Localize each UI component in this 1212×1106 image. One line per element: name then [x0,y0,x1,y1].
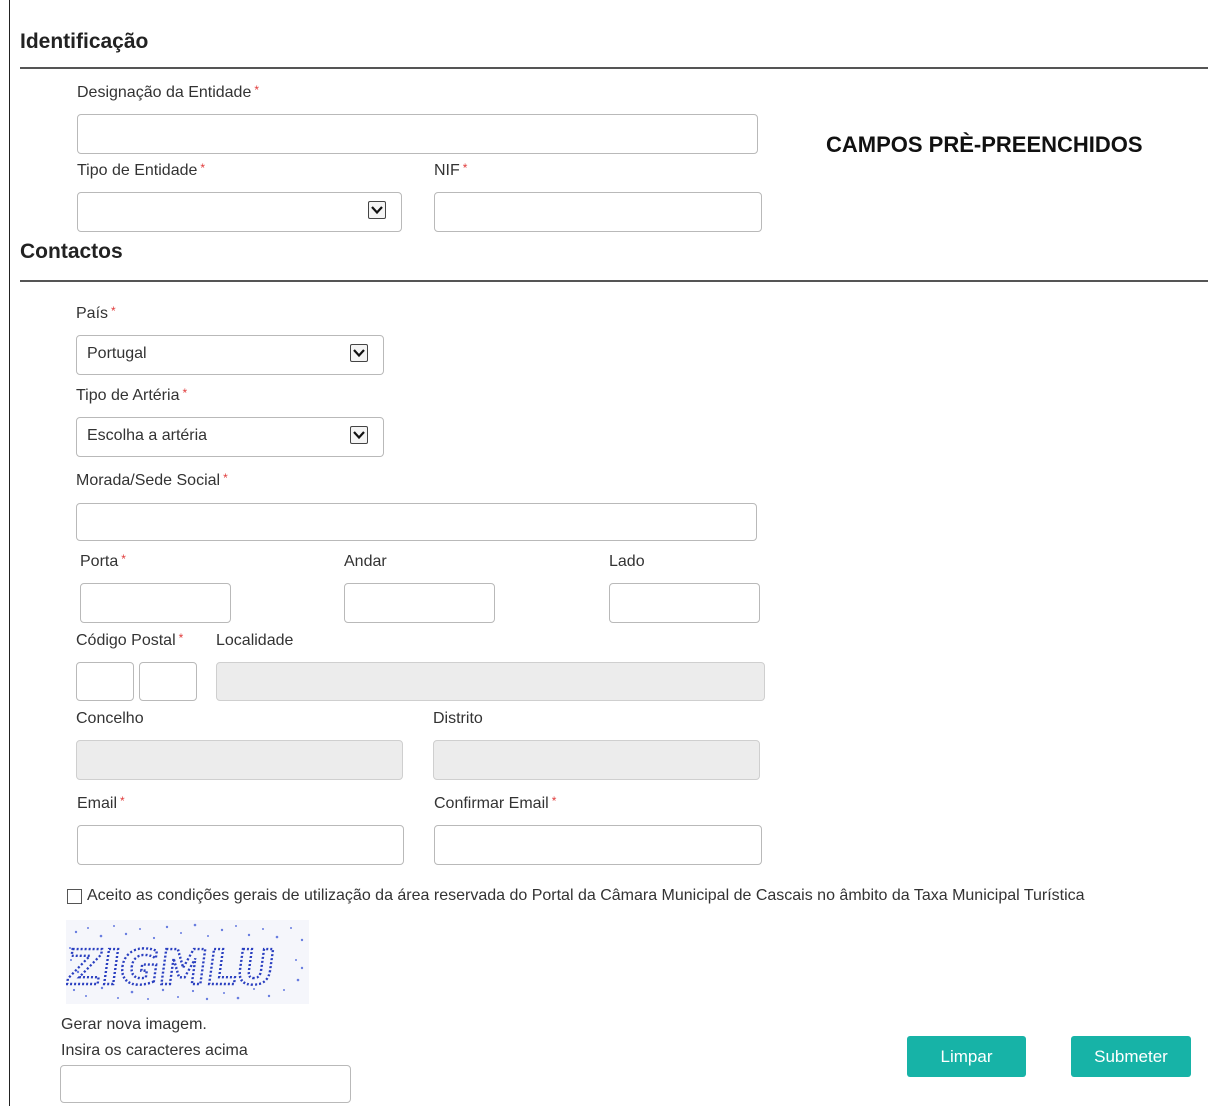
porta-label-text: Porta [80,553,119,570]
terms-label[interactable]: Aceito as condições gerais de utilização… [87,887,1085,905]
tipo-entidade-label-text: Tipo de Entidade [77,162,198,179]
distrito-label: Distrito [433,710,483,727]
lado-label: Lado [609,553,645,570]
section-divider [20,280,1208,282]
required-marker: * [120,794,125,808]
morada-input[interactable] [76,503,757,541]
required-marker: * [111,304,116,318]
andar-label: Andar [344,553,387,570]
pais-label-text: País [76,305,109,322]
email-input[interactable] [77,825,404,865]
morada-label-text: Morada/Sede Social [76,472,221,489]
email-label-text: Email [77,795,118,812]
chevron-down-icon[interactable] [368,201,386,219]
codigo-postal-label-text: Código Postal [76,632,176,649]
pais-label: País * [76,304,116,323]
lado-input[interactable] [609,583,760,623]
captcha-image: ZIGMLU [62,920,309,1004]
captcha-text: ZIGMLU [66,940,279,996]
section-title-contactos: Contactos [20,240,123,263]
andar-input[interactable] [344,583,495,623]
codigo-postal-label: Código Postal * [76,631,184,650]
section-divider [20,67,1208,69]
submit-button[interactable]: Submeter [1071,1036,1191,1077]
captcha-input-label: Insira os caracteres acima [61,1042,248,1059]
designacao-label-text: Designação da Entidade [77,84,252,101]
designacao-input[interactable] [77,114,758,154]
tipo-arteria-select[interactable]: Escolha a artéria [76,417,384,457]
tipo-entidade-label: Tipo de Entidade * [77,161,206,180]
email-label: Email * [77,794,125,813]
tipo-arteria-label-text: Tipo de Artéria [76,387,180,404]
nif-input[interactable] [434,192,762,232]
tipo-entidade-select[interactable] [77,192,402,232]
terms-checkbox[interactable] [67,889,82,904]
confirmar-email-label: Confirmar Email * [434,794,557,813]
clear-button[interactable]: Limpar [907,1036,1026,1077]
required-marker: * [551,794,557,808]
required-marker: * [121,552,126,566]
required-marker: * [462,161,468,175]
distrito-input [433,740,760,780]
chevron-down-icon[interactable] [350,426,368,444]
nif-label-text: NIF [434,162,460,179]
codigo-postal-input-2[interactable] [139,662,197,701]
morada-label: Morada/Sede Social * [76,471,228,490]
codigo-postal-input-1[interactable] [76,662,134,701]
confirmar-email-label-text: Confirmar Email [434,795,549,812]
porta-label: Porta * [80,552,126,571]
captcha-input[interactable] [60,1065,351,1103]
tipo-arteria-value: Escolha a artéria [87,427,208,444]
chevron-down-icon[interactable] [350,344,368,362]
required-marker: * [178,631,184,645]
localidade-input [216,662,765,701]
nif-label: NIF * [434,161,468,180]
required-marker: * [182,386,188,400]
section-title-identificacao: Identificação [20,30,149,53]
captcha-regenerate-link[interactable]: Gerar nova imagem. [61,1016,207,1034]
confirmar-email-input[interactable] [434,825,762,865]
designacao-label: Designação da Entidade * [77,83,260,102]
tipo-arteria-label: Tipo de Artéria * [76,386,188,405]
required-marker: * [223,471,228,485]
required-marker: * [200,161,206,175]
concelho-input [76,740,403,780]
pais-value: Portugal [87,345,147,362]
concelho-label: Concelho [76,710,144,727]
required-marker: * [254,83,260,97]
pais-select[interactable]: Portugal [76,335,384,375]
prefilled-note: CAMPOS PRÈ-PREENCHIDOS [826,132,1143,157]
localidade-label: Localidade [216,632,294,649]
porta-input[interactable] [80,583,231,623]
